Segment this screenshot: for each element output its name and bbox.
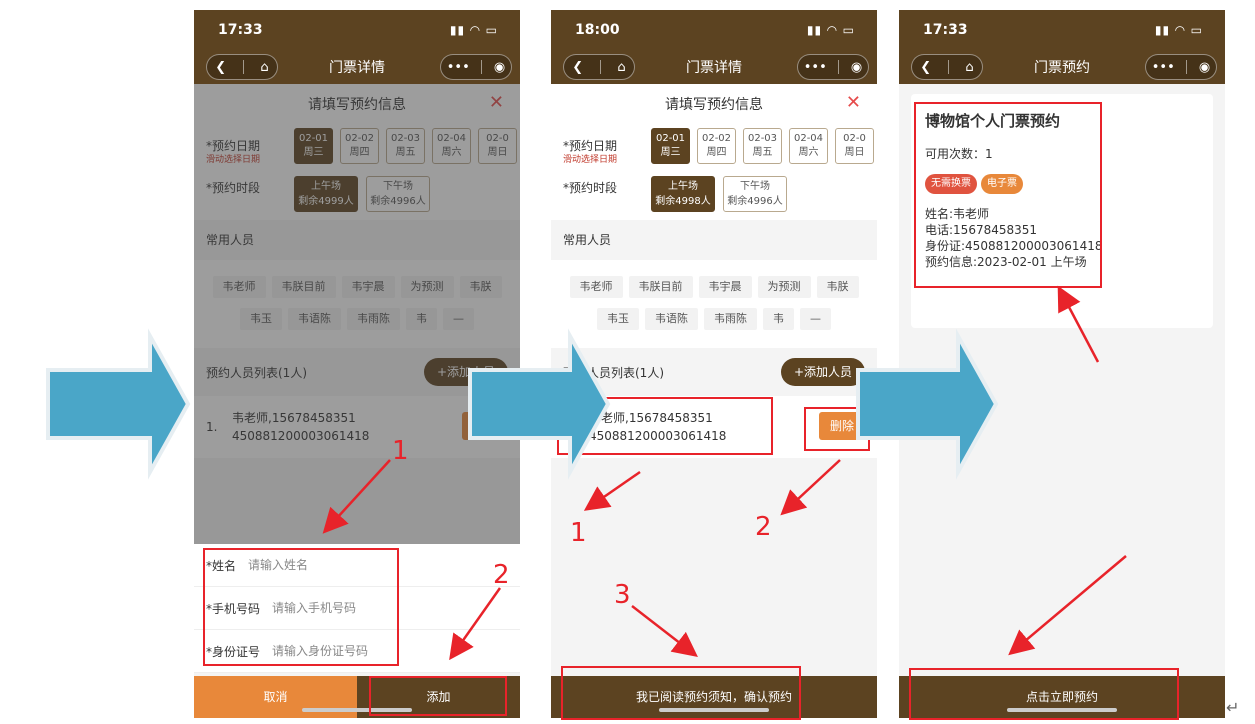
home-icon[interactable]: ⌂	[965, 60, 973, 75]
slot-label: *预约时段	[563, 181, 618, 195]
slot-option[interactable]: 下午场剩余4996人	[723, 176, 787, 212]
more-icon[interactable]: •••	[804, 60, 827, 75]
close-target-icon[interactable]: ◉	[1199, 60, 1210, 75]
miniapp-capsule[interactable]: ••• ◉	[1145, 54, 1217, 80]
home-icon[interactable]: ⌂	[260, 60, 268, 75]
highlight-delete	[804, 407, 870, 451]
nav-bar: ❮ ⌂ 门票预约 ••• ◉	[899, 50, 1225, 84]
home-icon[interactable]: ⌂	[617, 60, 625, 75]
date-hint: 滑动选择日期	[563, 155, 618, 165]
date-picker[interactable]: 02-01周三 02-02周四 02-03周五 02-04周六 02-0周日	[651, 128, 876, 164]
person-chip[interactable]: 韦	[763, 308, 794, 330]
highlight-form	[203, 548, 399, 666]
person-chip[interactable]: 韦朕	[816, 276, 859, 298]
person-chip[interactable]: 韦宇晨	[698, 276, 752, 298]
status-bar: 17:33 ▮▮ ◠ ▭	[899, 10, 1225, 50]
date-option[interactable]: 02-0周日	[835, 128, 874, 164]
back-icon[interactable]: ❮	[215, 60, 226, 75]
step-number: 1	[392, 436, 409, 466]
modal-overlay	[194, 84, 520, 544]
person-chip[interactable]: 韦语陈	[645, 308, 698, 330]
phone-screen-confirm: 18:00 ▮▮ ◠ ▭ ❮ ⌂ 门票详情 ••• ◉ 请填写预约信息 ✕ *预约日期…	[551, 10, 877, 718]
slot-option[interactable]: 上午场 剩余4998人	[651, 176, 715, 212]
person-chip[interactable]: 韦玉	[597, 308, 639, 330]
more-icon[interactable]: •••	[447, 60, 470, 75]
status-time: 17:33	[923, 22, 968, 38]
highlight-add-button	[369, 676, 507, 716]
miniapp-capsule[interactable]: ••• ◉	[440, 54, 512, 80]
status-time: 17:33	[218, 22, 263, 38]
signal-wifi-battery-icon: ▮▮ ◠ ▭	[1154, 23, 1203, 37]
status-time: 18:00	[575, 22, 620, 38]
nav-bar: ❮ ⌂ 门票详情 ••• ◉	[551, 50, 877, 84]
date-option[interactable]: 02-02周四	[697, 128, 736, 164]
close-target-icon[interactable]: ◉	[494, 60, 505, 75]
close-target-icon[interactable]: ◉	[851, 60, 862, 75]
person-chip[interactable]: 韦老师	[569, 276, 623, 298]
page-title: 门票详情	[329, 60, 385, 76]
step-number: 1	[570, 518, 587, 548]
return-mark: ↵	[1226, 698, 1240, 717]
date-option[interactable]: 02-04周六	[789, 128, 828, 164]
back-home-capsule[interactable]: ❮ ⌂	[206, 54, 278, 80]
add-person-button[interactable]: +添加人员	[781, 358, 865, 386]
signal-wifi-battery-icon: ▮▮ ◠ ▭	[449, 23, 498, 37]
date-option[interactable]: 02-01周三	[651, 128, 690, 164]
flow-arrow	[46, 328, 191, 480]
date-label: *预约日期	[563, 139, 618, 153]
back-icon[interactable]: ❮	[920, 60, 931, 75]
date-row: *预约日期滑动选择日期 02-01周三 02-02周四 02-03周五 02-0…	[551, 124, 877, 166]
back-home-capsule[interactable]: ❮ ⌂	[911, 54, 983, 80]
list-title: 预约人员列表(1人)	[563, 365, 664, 380]
list-header: 预约人员列表(1人) +添加人员	[551, 348, 877, 396]
status-bar: 17:33 ▮▮ ◠ ▭	[194, 10, 520, 50]
more-icon[interactable]: •••	[1152, 60, 1175, 75]
back-home-capsule[interactable]: ❮ ⌂	[563, 54, 635, 80]
person-chip[interactable]: 韦朕目前	[628, 276, 693, 298]
step-number: 3	[614, 580, 631, 610]
status-bar: 18:00 ▮▮ ◠ ▭	[551, 10, 877, 50]
person-chip[interactable]: 为预测	[757, 276, 811, 298]
miniapp-capsule[interactable]: ••• ◉	[797, 54, 869, 80]
date-option[interactable]: 02-03周五	[743, 128, 782, 164]
person-chip[interactable]: —	[800, 308, 831, 330]
signal-wifi-battery-icon: ▮▮ ◠ ▭	[806, 23, 855, 37]
highlight-confirm	[561, 666, 801, 720]
slot-row: *预约时段 上午场 剩余4998人 下午场 剩余4996人	[551, 166, 877, 212]
sheet-title: 请填写预约信息	[665, 97, 763, 113]
frequent-people: 韦老师韦朕目前韦宇晨为预测韦朕 韦玉韦语陈韦雨陈韦 —	[551, 260, 877, 348]
step-number: 2	[493, 560, 510, 590]
highlight-entry	[557, 397, 773, 455]
highlight-book-now	[909, 668, 1179, 720]
page-title: 门票预约	[1034, 60, 1090, 76]
highlight-card	[914, 102, 1102, 288]
tutorial-stage: 17:33 ▮▮ ◠ ▭ ❮⌂ 门票详情 •••◉ 请填写预约信息✕ *预约日期…	[0, 0, 1255, 724]
page-title: 门票详情	[686, 60, 742, 76]
people-header: 常用人员	[551, 220, 877, 260]
step-number: 2	[755, 512, 772, 542]
back-icon[interactable]: ❮	[572, 60, 583, 75]
nav-bar: ❮ ⌂ 门票详情 ••• ◉	[194, 50, 520, 84]
person-chip[interactable]: 韦雨陈	[704, 308, 757, 330]
close-icon[interactable]: ✕	[846, 92, 861, 113]
